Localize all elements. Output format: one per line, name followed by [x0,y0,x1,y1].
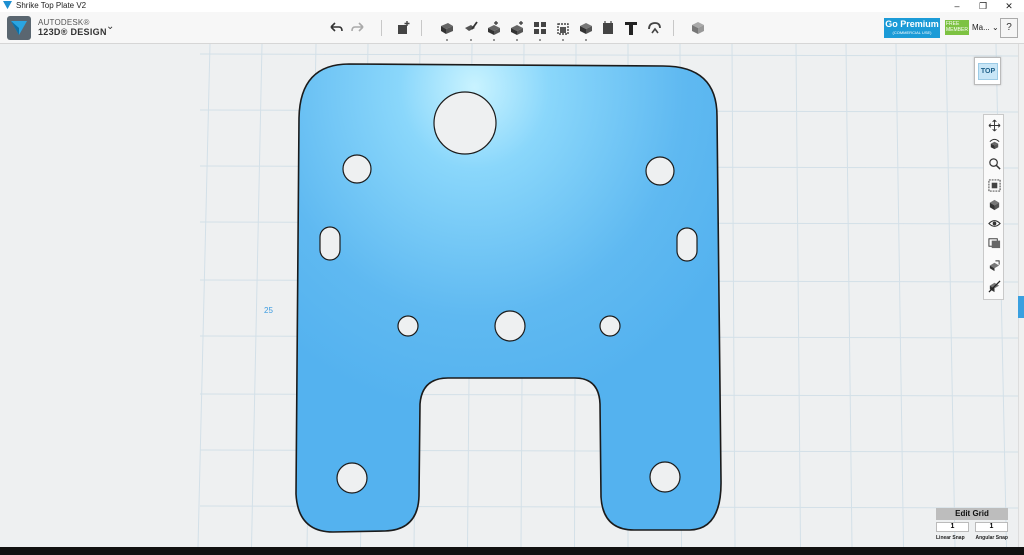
linear-snap-label: Linear Snap [936,535,965,541]
pan-icon [988,119,1000,131]
window-title: Shrike Top Plate V2 [16,1,87,10]
snap-button[interactable] [643,17,665,39]
angular-snap-label: Angular Snap [975,535,1008,541]
pattern-button[interactable] [529,17,551,41]
grouping-button[interactable] [552,17,574,41]
redo-button[interactable] [347,17,369,39]
undo-icon [330,22,343,32]
materials-outlines-icon [987,237,1000,248]
text-icon [625,22,637,35]
primitives-icon [441,23,453,34]
zoom-icon [988,157,1001,170]
main-toolbar: AUTODESK® 123D® DESIGN ⌄ Go Premium (COM… [0,12,1024,44]
redo-icon [351,22,364,32]
dropdown-indicator [446,39,448,41]
construct-button[interactable] [483,17,505,41]
pan-button[interactable] [986,117,1002,133]
title-bar: Shrike Top Plate V2 – ❐ ✕ [0,0,1024,12]
brand-product: 123D® DESIGN [38,27,107,37]
grid-button[interactable] [986,257,1002,273]
linear-snap-field[interactable]: 1 [936,522,969,532]
edit-grid-panel: Edit Grid 1 1 Linear Snap Angular Snap [936,508,1008,541]
materials-outlines-button[interactable] [986,234,1002,250]
material-icon [692,22,704,34]
dropdown-indicator [539,39,541,41]
edit-grid-button[interactable]: Edit Grid [936,508,1008,520]
viewport[interactable]: 25 [0,44,1018,547]
toolbar-divider [673,20,674,36]
visibility-button[interactable] [986,215,1002,231]
modify-icon [511,21,523,35]
workplane-grid [197,44,1018,547]
app-menu-chevron-icon[interactable]: ⌄ [106,21,114,32]
combine-button[interactable] [575,17,597,41]
combine-icon [580,23,592,34]
sketch-icon [465,21,478,31]
snap-icon [648,22,661,34]
user-menu[interactable]: Ma... ⌄ [972,23,999,32]
dropdown-indicator [585,39,587,41]
hide-icon [987,279,1001,293]
transform-button[interactable] [392,17,414,39]
user-menu-chevron-icon: ⌄ [992,23,999,32]
go-premium-label: Go Premium [885,19,939,29]
free-member-badge: FREE MEMBER [945,20,969,35]
app-icon [3,1,12,10]
close-button[interactable]: ✕ [996,0,1022,12]
side-panel-toggle[interactable] [1018,296,1024,318]
material-button[interactable] [687,17,709,39]
grid-dimension-label: 25 [264,306,273,315]
dropdown-indicator [562,39,564,41]
orbit-icon [989,138,999,149]
dropdown-indicator [493,39,495,41]
transform-icon [398,21,410,34]
app-logo[interactable] [7,16,31,40]
navigation-bar [983,114,1004,300]
text-button[interactable] [620,17,642,39]
fit-button[interactable] [986,177,1002,193]
orbit-button[interactable] [986,136,1002,152]
measure-button[interactable] [597,17,619,39]
primitives-button[interactable] [436,17,458,41]
measure-icon [603,21,613,34]
brand-company: AUTODESK® [38,18,90,27]
undo-button[interactable] [325,17,347,39]
maximize-button[interactable]: ❐ [970,0,996,12]
user-name: Ma... [972,23,990,32]
minimize-button[interactable]: – [944,0,970,12]
dropdown-indicator [470,39,472,41]
toolbar-divider [421,20,422,36]
toolbar-divider [381,20,382,36]
modify-button[interactable] [506,17,528,41]
perspective-button[interactable] [986,196,1002,212]
angular-snap-field[interactable]: 1 [975,522,1008,532]
fit-icon [987,178,1001,192]
grouping-icon [557,23,569,35]
view-cube[interactable]: TOP [974,57,1001,85]
view-cube-face-top[interactable]: TOP [978,63,998,80]
grid-icon [989,259,1000,271]
sketch-button[interactable] [460,17,482,41]
perspective-icon [989,199,999,210]
help-button[interactable]: ? [1000,18,1018,38]
taskbar-strip [0,547,1024,555]
pattern-icon [534,22,546,34]
construct-icon [488,21,500,35]
visibility-icon [987,219,1001,227]
go-premium-button[interactable]: Go Premium (COMMERCIAL USE) [884,18,940,38]
go-premium-sub: (COMMERCIAL USE) [892,30,932,35]
hide-button[interactable] [986,278,1002,294]
top-plate-part[interactable] [295,63,722,533]
dropdown-indicator [516,39,518,41]
zoom-button[interactable] [986,155,1002,171]
